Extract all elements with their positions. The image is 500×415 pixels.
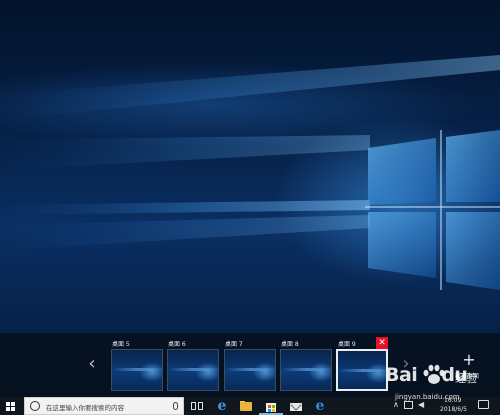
search-box[interactable]: 在这里输入你要搜索的内容 (24, 397, 184, 415)
desktop-thumbnail-9[interactable] (336, 349, 388, 391)
windows-start-icon[interactable] (6, 402, 15, 411)
desktop-thumbnail-5[interactable] (111, 349, 163, 391)
desktop-label-5: 桌面 5 (112, 341, 130, 348)
search-placeholder: 在这里输入你要搜索的内容 (46, 404, 124, 412)
microphone-icon[interactable] (173, 402, 178, 410)
search-icon (30, 401, 40, 411)
file-explorer-icon[interactable] (239, 399, 253, 413)
edge-icon[interactable]: e (215, 399, 229, 413)
close-desktop-button[interactable]: ✕ (376, 337, 388, 349)
baidu-watermark: Bai du 经验 jingyan.baidu.com (385, 362, 500, 412)
desktop-thumbnail-8[interactable] (280, 349, 332, 391)
ie-icon[interactable]: e (313, 399, 327, 413)
desktop-label-9: 桌面 9 (338, 341, 356, 348)
task-view-icon[interactable] (190, 399, 204, 413)
desktop-label-7: 桌面 7 (225, 341, 243, 348)
watermark-url: jingyan.baidu.com (395, 393, 460, 401)
watermark-subtitle: 经验 (455, 372, 477, 385)
mail-icon[interactable] (289, 399, 303, 413)
desktop-label-8: 桌面 8 (281, 341, 299, 348)
paw-icon (423, 364, 445, 384)
desktop-thumbnail-7[interactable] (224, 349, 276, 391)
desktop-label-6: 桌面 6 (168, 341, 186, 348)
store-icon[interactable] (264, 399, 278, 413)
scroll-left-button[interactable]: ‹ (84, 352, 100, 376)
desktop-thumbnail-6[interactable] (167, 349, 219, 391)
